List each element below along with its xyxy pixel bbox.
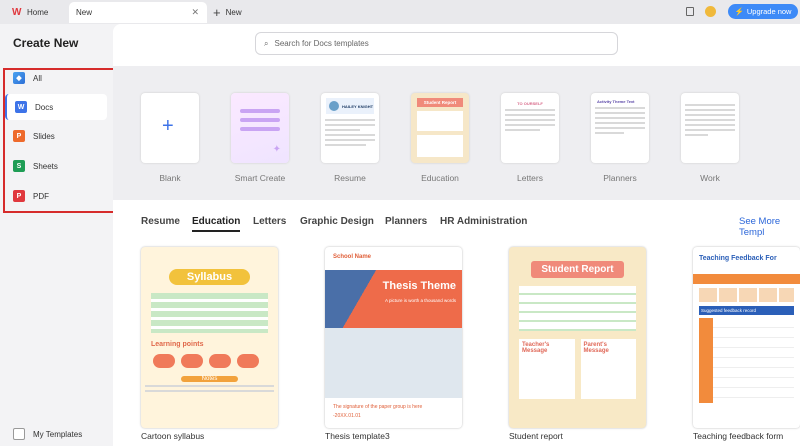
upgrade-button[interactable]: ⚡ Upgrade now [728, 4, 798, 19]
resume-name: HAILEY KNIGHT [342, 103, 374, 109]
search-input[interactable]: ⌕ Search for Docs templates [255, 32, 618, 55]
blank-card[interactable]: + [141, 93, 199, 163]
quick-label-planners: Planners [603, 173, 637, 183]
thesis-subtitle: A picture is worth a thousand words [384, 298, 456, 303]
tab-letters[interactable]: Letters [253, 216, 286, 227]
quick-label-blank: Blank [159, 173, 181, 183]
window-switch-icon[interactable] [686, 7, 694, 16]
sidebar-item-my-templates[interactable]: My Templates [5, 423, 107, 445]
tab-resume[interactable]: Resume [141, 216, 180, 227]
syllabus-learning-points: Learning points [151, 341, 204, 348]
quick-label-education: Education [421, 173, 459, 183]
letters-card-title: TO OURSELF [517, 101, 543, 106]
search-icon: ⌕ [264, 38, 269, 48]
template-card-student-report[interactable]: Student Report Teacher's Message Parent'… [509, 247, 646, 428]
template-name-teaching-feedback: Teaching feedback form [693, 431, 784, 441]
search-placeholder: Search for Docs templates [274, 39, 369, 48]
template-name-cartoon-syllabus: Cartoon syllabus [141, 431, 205, 441]
work-card[interactable] [681, 93, 739, 163]
tab-new-label: New [76, 8, 93, 17]
tab-new[interactable]: New ✕ [69, 2, 207, 23]
highlight-box [3, 68, 119, 213]
template-card-thesis[interactable]: School Name Thesis Theme A picture is wo… [325, 247, 462, 428]
tab-home[interactable]: W Home [6, 2, 68, 23]
quick-label-smart-create: Smart Create [234, 173, 286, 183]
sidebar-title: Create New [13, 36, 79, 50]
sparkle-icon: ✦ [272, 144, 281, 155]
see-more-link[interactable]: See More Templ [739, 216, 800, 238]
upgrade-label: Upgrade now [746, 7, 792, 16]
syllabus-title: Syllabus [169, 269, 250, 285]
lightning-icon: ⚡ [734, 7, 744, 16]
tab-planners[interactable]: Planners [385, 216, 427, 227]
thesis-footer: The signature of the paper group is here [333, 404, 423, 410]
student-report-title: Student Report [531, 261, 624, 278]
tab-hr-administration[interactable]: HR Administration [440, 216, 527, 227]
parents-message: Parent's Message [583, 342, 609, 354]
plus-icon: + [213, 5, 221, 20]
quick-label-resume: Resume [334, 173, 366, 183]
planners-card[interactable]: Activity Theme Text [591, 93, 649, 163]
title-bar: W Home New ✕ + New ⚡ Upgrade now [0, 0, 800, 24]
quick-label-letters: Letters [517, 173, 543, 183]
resume-photo [329, 101, 339, 111]
wps-logo-icon: W [12, 7, 22, 18]
smart-create-card[interactable]: ✦ [231, 93, 289, 163]
planners-card-title: Activity Theme Text [597, 99, 635, 104]
close-tab-icon[interactable]: ✕ [191, 7, 199, 18]
education-card[interactable]: Student Report [411, 93, 469, 163]
template-card-teaching-feedback[interactable]: Teaching Feedback For Suggested feedback… [693, 247, 800, 428]
tab-graphic-design[interactable]: Graphic Design [300, 216, 374, 227]
thesis-title: Thesis Theme [382, 280, 456, 292]
education-card-title: Student Report [417, 98, 463, 107]
tab-education[interactable]: Education [192, 216, 241, 232]
sidebar-item-label: My Templates [33, 429, 83, 439]
thesis-school-name: School Name [333, 254, 372, 260]
teaching-feedback-title: Teaching Feedback For [699, 255, 777, 262]
plus-icon: + [162, 115, 174, 137]
resume-card[interactable]: HAILEY KNIGHT [321, 93, 379, 163]
new-tab-button[interactable]: + New [213, 2, 242, 23]
teachers-message: Teacher's Message [522, 342, 550, 354]
teaching-feedback-sub: Suggested feedback record [699, 306, 794, 315]
letters-card[interactable]: TO OURSELF [501, 93, 559, 163]
new-tab-label: New [225, 8, 242, 17]
syllabus-notes: Notes [181, 376, 238, 382]
template-card-cartoon-syllabus[interactable]: Syllabus Learning points Notes [141, 247, 278, 428]
template-name-thesis: Thesis template3 [325, 431, 390, 441]
thesis-date: -20XX.01.01 [333, 413, 361, 419]
quick-label-work: Work [700, 173, 720, 183]
template-name-student-report: Student report [509, 431, 563, 441]
avatar[interactable] [705, 6, 716, 17]
templates-icon [13, 428, 25, 440]
tab-home-label: Home [27, 8, 49, 17]
